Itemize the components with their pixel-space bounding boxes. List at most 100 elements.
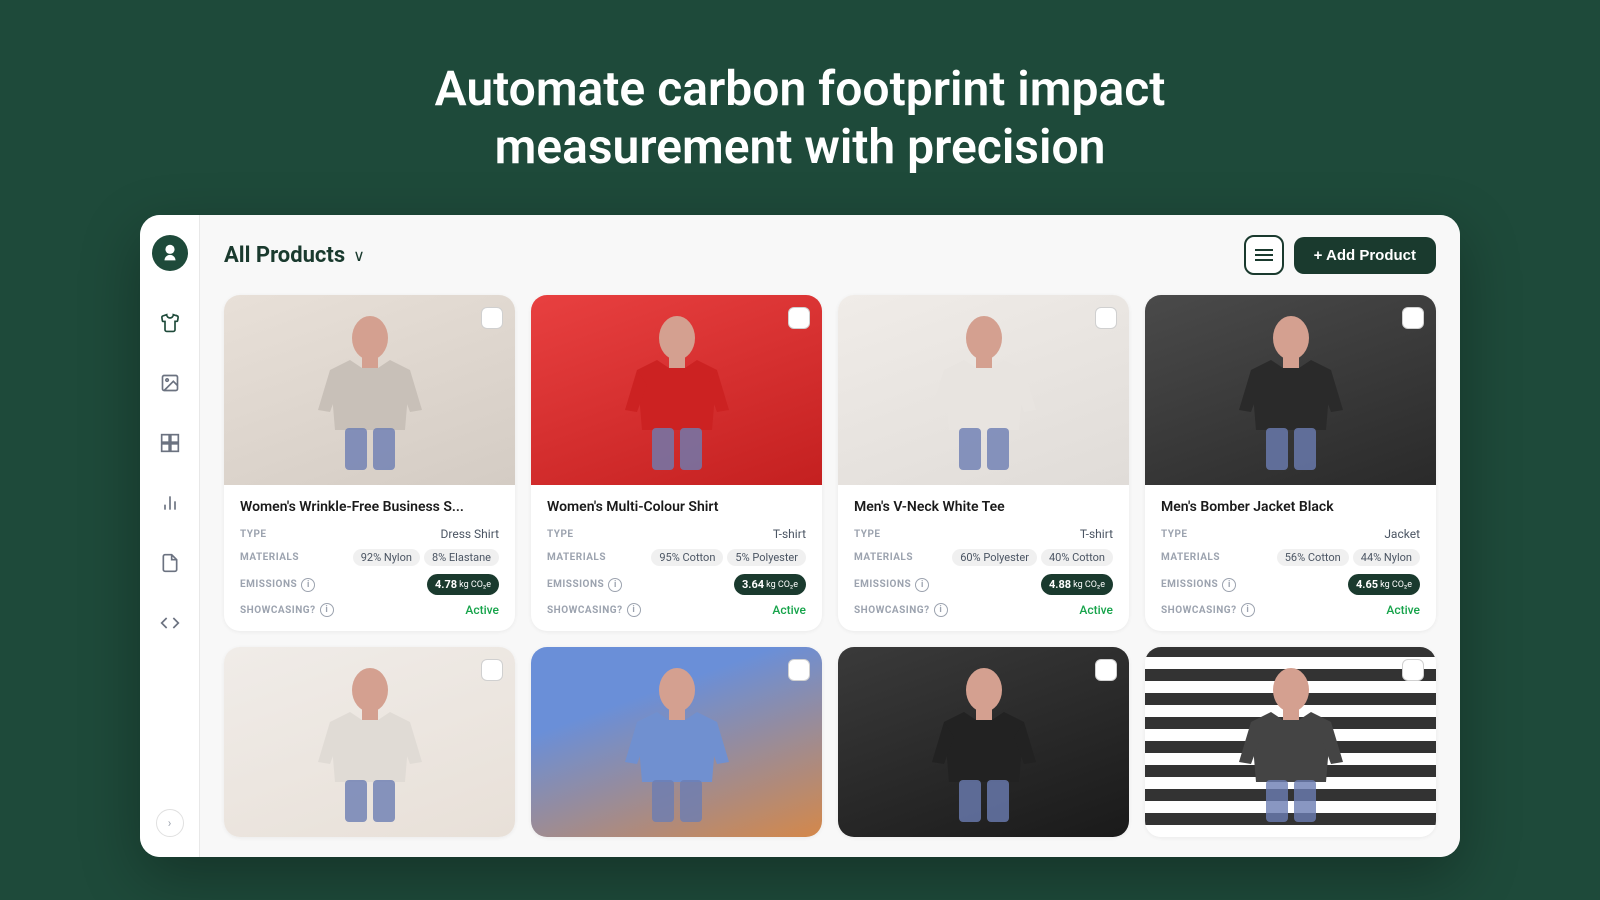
product-card <box>224 647 515 837</box>
product-figure <box>224 647 515 837</box>
showcasing-label: SHOWCASING? <box>240 605 316 616</box>
showcasing-label: SHOWCASING? <box>547 605 623 616</box>
emissions-unit: kg CO₂e <box>1380 580 1412 590</box>
product-image <box>224 647 515 837</box>
product-info: Women's Multi-Colour Shirt TYPE T-shirt … <box>531 485 822 631</box>
product-name: Women's Wrinkle-Free Business S... <box>240 499 499 515</box>
material-badge: 44% Nylon <box>1353 549 1420 566</box>
materials-row: MATERIALS 60% Polyester40% Cotton <box>854 549 1113 566</box>
showcasing-label-group: SHOWCASING? i <box>1161 603 1255 617</box>
product-select-checkbox[interactable] <box>1402 307 1424 329</box>
product-figure <box>1145 295 1436 485</box>
showcasing-row: SHOWCASING? i Active <box>547 603 806 617</box>
emissions-label-group: EMISSIONS i <box>854 578 929 592</box>
emissions-info-icon[interactable]: i <box>1222 578 1236 592</box>
showcasing-info-icon[interactable]: i <box>1241 603 1255 617</box>
sidebar-expand-button[interactable]: › <box>156 809 184 837</box>
type-value: T-shirt <box>1080 527 1113 541</box>
content-header: All Products ∨ + Add Product <box>224 235 1436 275</box>
showcasing-status: Active <box>1079 603 1113 617</box>
showcasing-label-group: SHOWCASING? i <box>547 603 641 617</box>
type-row: TYPE T-shirt <box>854 527 1113 541</box>
emissions-label: EMISSIONS <box>1161 579 1218 590</box>
product-image <box>531 295 822 485</box>
showcasing-status: Active <box>1386 603 1420 617</box>
emissions-value: 4.78 <box>435 578 457 591</box>
app-container: › All Products ∨ + Add Product <box>140 215 1460 857</box>
product-image <box>1145 647 1436 837</box>
material-badge: 5% Polyester <box>727 549 806 566</box>
product-select-checkbox[interactable] <box>481 307 503 329</box>
product-card: Men's Bomber Jacket Black TYPE Jacket MA… <box>1145 295 1436 631</box>
emissions-row: EMISSIONS i 4.78 kg CO₂e <box>240 574 499 595</box>
material-badge: 92% Nylon <box>353 549 420 566</box>
products-dropdown-icon[interactable]: ∨ <box>353 246 365 265</box>
emissions-badge: 3.64 kg CO₂e <box>734 574 806 595</box>
showcasing-label-group: SHOWCASING? i <box>240 603 334 617</box>
product-name: Men's Bomber Jacket Black <box>1161 499 1420 515</box>
hero-section: Automate carbon footprint impact measure… <box>0 0 1600 215</box>
emissions-value: 3.64 <box>742 578 764 591</box>
sidebar-item-products[interactable] <box>152 305 188 341</box>
showcasing-info-icon[interactable]: i <box>627 603 641 617</box>
product-card: Women's Multi-Colour Shirt TYPE T-shirt … <box>531 295 822 631</box>
type-label: TYPE <box>240 529 267 540</box>
showcasing-row: SHOWCASING? i Active <box>240 603 499 617</box>
materials-label: MATERIALS <box>240 552 299 563</box>
product-card <box>838 647 1129 837</box>
emissions-info-icon[interactable]: i <box>301 578 315 592</box>
sidebar-item-images[interactable] <box>152 365 188 401</box>
type-value: T-shirt <box>773 527 806 541</box>
product-info: Men's V-Neck White Tee TYPE T-shirt MATE… <box>838 485 1129 631</box>
emissions-row: EMISSIONS i 4.65 kg CO₂e <box>1161 574 1420 595</box>
material-badge: 40% Cotton <box>1041 549 1113 566</box>
materials-badges: 60% Polyester40% Cotton <box>952 549 1113 566</box>
product-select-checkbox[interactable] <box>1402 659 1424 681</box>
product-figure <box>531 295 822 485</box>
list-view-button[interactable] <box>1244 235 1284 275</box>
emissions-info-icon[interactable]: i <box>915 578 929 592</box>
emissions-row: EMISSIONS i 3.64 kg CO₂e <box>547 574 806 595</box>
showcasing-info-icon[interactable]: i <box>320 603 334 617</box>
product-name: Men's V-Neck White Tee <box>854 499 1113 515</box>
material-badge: 95% Cotton <box>651 549 723 566</box>
product-select-checkbox[interactable] <box>788 307 810 329</box>
material-badge: 8% Elastane <box>424 549 499 566</box>
emissions-label: EMISSIONS <box>854 579 911 590</box>
product-name: Women's Multi-Colour Shirt <box>547 499 806 515</box>
type-label: TYPE <box>854 529 881 540</box>
product-select-checkbox[interactable] <box>1095 659 1117 681</box>
materials-row: MATERIALS 56% Cotton44% Nylon <box>1161 549 1420 566</box>
type-value: Dress Shirt <box>441 527 500 541</box>
product-figure <box>224 295 515 485</box>
material-badge: 60% Polyester <box>952 549 1037 566</box>
product-card: Men's V-Neck White Tee TYPE T-shirt MATE… <box>838 295 1129 631</box>
materials-badges: 56% Cotton44% Nylon <box>1277 549 1420 566</box>
showcasing-row: SHOWCASING? i Active <box>1161 603 1420 617</box>
emissions-info-icon[interactable]: i <box>608 578 622 592</box>
product-image <box>1145 295 1436 485</box>
emissions-label: EMISSIONS <box>240 579 297 590</box>
type-label: TYPE <box>1161 529 1188 540</box>
product-select-checkbox[interactable] <box>1095 307 1117 329</box>
showcasing-info-icon[interactable]: i <box>934 603 948 617</box>
emissions-unit: kg CO₂e <box>459 580 491 590</box>
product-info: Women's Wrinkle-Free Business S... TYPE … <box>224 485 515 631</box>
sidebar-item-gallery[interactable] <box>152 425 188 461</box>
type-row: TYPE T-shirt <box>547 527 806 541</box>
product-select-checkbox[interactable] <box>788 659 810 681</box>
emissions-label-group: EMISSIONS i <box>1161 578 1236 592</box>
materials-label: MATERIALS <box>1161 552 1220 563</box>
product-select-checkbox[interactable] <box>481 659 503 681</box>
page-title: All Products <box>224 243 345 268</box>
sidebar-item-analytics[interactable] <box>152 485 188 521</box>
app-logo[interactable] <box>152 235 188 271</box>
add-product-button[interactable]: + Add Product <box>1294 237 1436 274</box>
product-card <box>1145 647 1436 837</box>
sidebar-item-code[interactable] <box>152 605 188 641</box>
sidebar-item-documents[interactable] <box>152 545 188 581</box>
type-row: TYPE Jacket <box>1161 527 1420 541</box>
type-row: TYPE Dress Shirt <box>240 527 499 541</box>
showcasing-label: SHOWCASING? <box>854 605 930 616</box>
product-image <box>224 295 515 485</box>
